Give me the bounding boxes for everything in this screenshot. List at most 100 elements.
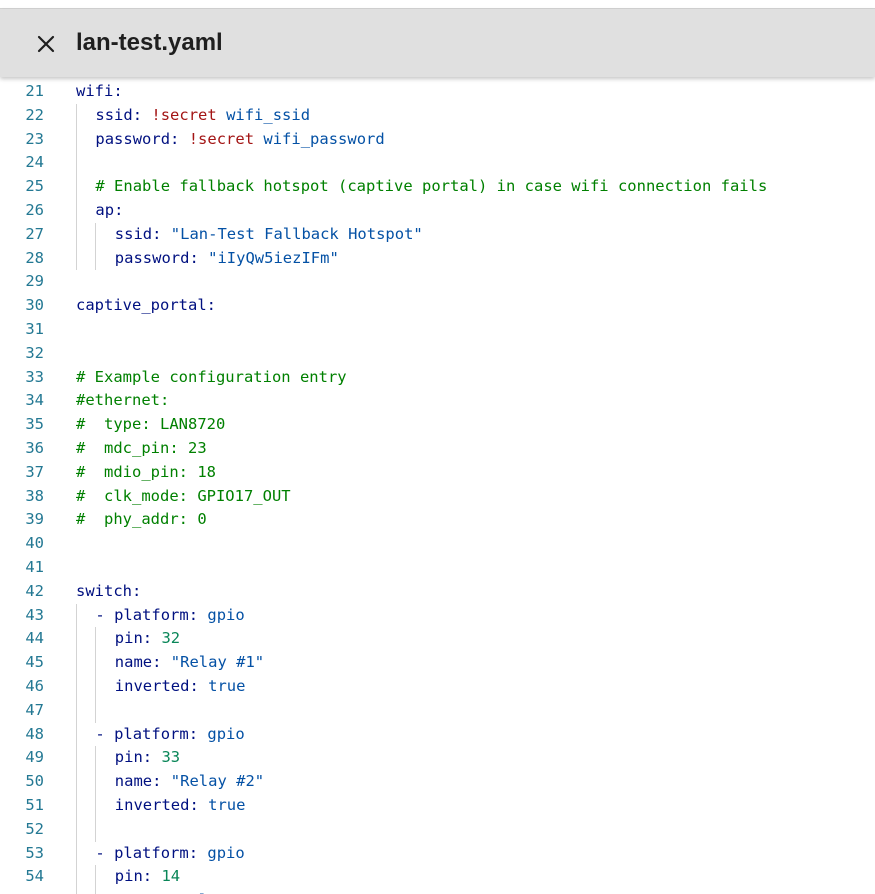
line-number: 42 bbox=[25, 581, 44, 600]
yaml-punctuation: : bbox=[142, 629, 162, 648]
line-content: # phy_addr: 0 bbox=[76, 508, 207, 532]
line-content: - platform: gpio bbox=[95, 604, 244, 628]
code-line[interactable]: 44 pin: 32 bbox=[0, 627, 875, 652]
code-line[interactable]: 41 bbox=[0, 556, 875, 580]
yaml-punctuation: : bbox=[152, 772, 171, 791]
yaml-comment: # type: LAN8720 bbox=[76, 415, 226, 434]
code-line[interactable]: 47 bbox=[0, 698, 875, 723]
code-line[interactable]: 26 ap: bbox=[0, 198, 875, 223]
yaml-value: gpio bbox=[207, 724, 245, 743]
code-line[interactable]: 34 #ethernet: bbox=[0, 389, 875, 413]
yaml-comment: # mdio_pin: 18 bbox=[76, 462, 216, 481]
indent-guide bbox=[95, 698, 97, 723]
indent-guide bbox=[76, 793, 77, 818]
indent-guide bbox=[95, 817, 97, 842]
yaml-key: inverted bbox=[114, 676, 190, 695]
code-line[interactable]: 42 switch: bbox=[0, 580, 875, 604]
code-line[interactable]: 40 bbox=[0, 532, 875, 556]
code-line[interactable]: 52 bbox=[0, 817, 875, 842]
yaml-comment: # Enable fallback hotspot (captive porta… bbox=[95, 177, 768, 196]
code-line[interactable]: 30 captive_portal: bbox=[0, 294, 875, 318]
yaml-value: "Relay #1" bbox=[170, 653, 265, 672]
code-line[interactable]: 24 bbox=[0, 151, 875, 176]
line-content: wifi: bbox=[76, 80, 123, 104]
line-content: password: !secret wifi_password bbox=[95, 128, 384, 152]
code-editor[interactable]: 21 wifi: 22 ssid: !secret wifi_ssid 23 passwo… bbox=[0, 78, 875, 894]
code-line[interactable]: 53 - platform: gpio bbox=[0, 841, 875, 866]
code-line[interactable]: 33 # Example configuration entry bbox=[0, 366, 875, 390]
line-number: 31 bbox=[25, 319, 44, 338]
yaml-value: wifi_password bbox=[263, 129, 385, 148]
yaml-key: ssid bbox=[114, 224, 153, 243]
code-line[interactable]: 54 pin: 14 bbox=[0, 865, 875, 890]
code-line[interactable]: 37 # mdio_pin: 18 bbox=[0, 461, 875, 485]
line-number: 29 bbox=[25, 272, 44, 291]
line-number: 55 bbox=[0, 889, 44, 894]
yaml-value: "iIyQw5iezIFm" bbox=[208, 248, 339, 267]
yaml-punctuation: - bbox=[95, 724, 115, 743]
line-number: 26 bbox=[25, 200, 44, 219]
code-line[interactable]: 45 name: "Relay #1" bbox=[0, 651, 875, 675]
line-number: 46 bbox=[25, 676, 44, 695]
code-line[interactable]: 49 pin: 33 bbox=[0, 746, 875, 771]
yaml-punctuation bbox=[254, 130, 263, 148]
indent-guide bbox=[76, 246, 77, 271]
indent-guide bbox=[76, 175, 77, 199]
line-number: 51 bbox=[25, 795, 44, 814]
code-line[interactable]: 36 # mdc_pin: 23 bbox=[0, 437, 875, 461]
line-number: 30 bbox=[25, 296, 44, 315]
code-line[interactable]: 21 wifi: bbox=[0, 80, 875, 104]
code-line[interactable]: 43 - platform: gpio bbox=[0, 603, 875, 628]
close-button[interactable] bbox=[30, 28, 62, 60]
code-line[interactable]: 39 # phy_addr: 0 bbox=[0, 508, 875, 532]
code-line[interactable]: 51 inverted: true bbox=[0, 793, 875, 818]
yaml-punctuation: : bbox=[188, 605, 208, 624]
code-lines[interactable]: 21 wifi: 22 ssid: !secret wifi_ssid 23 passwo… bbox=[0, 80, 875, 894]
yaml-key: name bbox=[114, 772, 153, 791]
line-content: - platform: gpio bbox=[95, 723, 244, 747]
code-line[interactable]: 48 - platform: gpio bbox=[0, 722, 875, 747]
line-number: 27 bbox=[25, 224, 44, 243]
code-line[interactable]: 55 name: "Relay #3" bbox=[0, 889, 875, 894]
line-content: name: "Relay #1" bbox=[115, 651, 264, 675]
code-line[interactable]: 27 ssid: "Lan-Test Fallback Hotspot" bbox=[0, 222, 875, 247]
yaml-punctuation: : bbox=[206, 296, 216, 315]
code-line[interactable]: 25 # Enable fallback hotspot (captive por… bbox=[0, 175, 875, 199]
yaml-comment: # phy_addr: 0 bbox=[76, 510, 207, 529]
code-line[interactable]: 31 bbox=[0, 318, 875, 342]
code-line[interactable]: 23 password: !secret wifi_password bbox=[0, 127, 875, 152]
yaml-key: platform bbox=[114, 724, 189, 743]
yaml-key: wifi bbox=[76, 82, 114, 100]
code-line[interactable]: 50 name: "Relay #2" bbox=[0, 770, 875, 794]
line-number: 22 bbox=[25, 105, 44, 124]
line-number: 41 bbox=[25, 557, 44, 576]
code-line[interactable]: 46 inverted: true bbox=[0, 674, 875, 699]
code-line[interactable]: 35 # type: LAN8720 bbox=[0, 413, 875, 437]
indent-guide bbox=[95, 889, 97, 894]
line-number: 32 bbox=[25, 343, 44, 362]
yaml-tag: !secret bbox=[151, 105, 217, 124]
yaml-key: name bbox=[114, 653, 153, 672]
line-number: 52 bbox=[25, 819, 44, 838]
yaml-punctuation: : bbox=[132, 105, 152, 124]
line-content: password: "iIyQw5iezIFm" bbox=[115, 247, 339, 271]
code-line[interactable]: 38 # clk_mode: GPIO17_OUT bbox=[0, 485, 875, 509]
yaml-key: password bbox=[114, 248, 190, 267]
file-title: lan-test.yaml bbox=[76, 29, 223, 56]
line-content: # clk_mode: GPIO17_OUT bbox=[76, 485, 291, 509]
yaml-comment: # Example configuration entry bbox=[76, 367, 347, 386]
yaml-punctuation: : bbox=[152, 224, 171, 243]
code-line[interactable]: 32 bbox=[0, 342, 875, 366]
code-line[interactable]: 22 ssid: !secret wifi_ssid bbox=[0, 103, 875, 128]
indent-guide bbox=[95, 770, 97, 794]
indent-guide bbox=[76, 770, 77, 794]
yaml-punctuation: : bbox=[189, 676, 209, 695]
indent-guide bbox=[76, 603, 77, 628]
indent-guide bbox=[76, 865, 77, 890]
line-number: 40 bbox=[25, 534, 44, 553]
code-line[interactable]: 28 password: "iIyQw5iezIFm" bbox=[0, 246, 875, 271]
code-line[interactable]: 29 bbox=[0, 270, 875, 294]
yaml-punctuation: : bbox=[132, 581, 142, 600]
line-content: ap: bbox=[95, 199, 123, 223]
indent-guide bbox=[76, 103, 77, 128]
